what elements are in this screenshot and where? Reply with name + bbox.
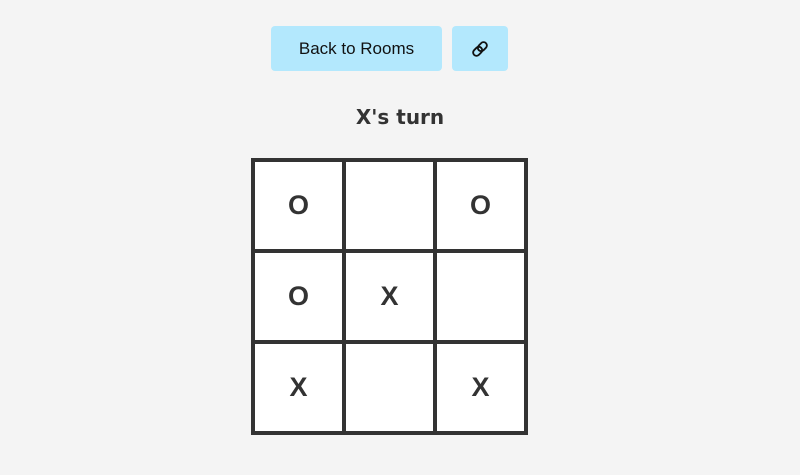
board-cell-r2-c2[interactable]: X [344,251,435,342]
toolbar: Back to Rooms [271,26,508,71]
board-cell-r1-c2[interactable] [344,160,435,251]
link-icon [470,39,490,59]
board-cell-r2-c1[interactable]: O [253,251,344,342]
board-cell-r3-c3[interactable]: X [435,342,526,433]
turn-status: X's turn [355,105,445,129]
back-to-rooms-button[interactable]: Back to Rooms [271,26,442,71]
board-cell-r2-c3[interactable] [435,251,526,342]
board-cell-r1-c3[interactable]: O [435,160,526,251]
board-cell-r1-c1[interactable]: O [253,160,344,251]
board-cell-r3-c1[interactable]: X [253,342,344,433]
board-cell-r3-c2[interactable] [344,342,435,433]
copy-link-button[interactable] [452,26,508,71]
game-board: O O O X X X [251,158,528,435]
